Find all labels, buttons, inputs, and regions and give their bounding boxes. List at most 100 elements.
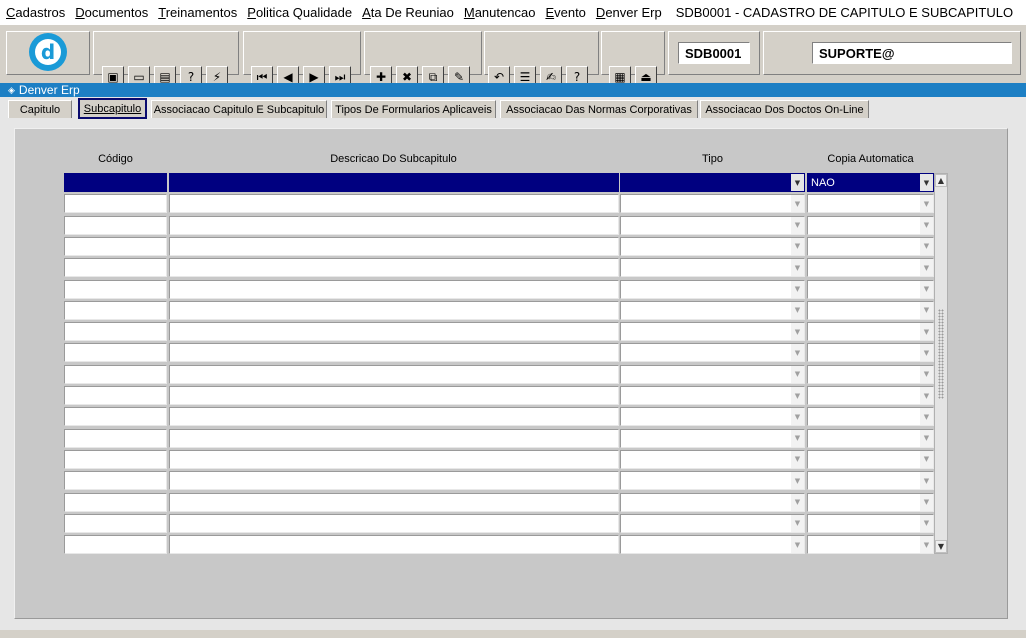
copia-field[interactable] (807, 471, 934, 491)
dropdown-arrow-icon[interactable]: ▼ (791, 387, 804, 404)
scroll-up-arrow-icon[interactable]: ▲ (935, 174, 947, 187)
dropdown-arrow-icon[interactable]: ▼ (920, 259, 933, 277)
dropdown-arrow-icon[interactable]: ▼ (791, 493, 804, 511)
tipo-field[interactable] (620, 386, 805, 405)
dropdown-arrow-icon[interactable]: ▼ (920, 493, 933, 511)
codigo-field[interactable] (64, 364, 167, 384)
copia-field[interactable] (807, 279, 934, 299)
scroll-grip[interactable] (938, 309, 944, 399)
tipo-field[interactable] (620, 471, 805, 491)
copia-field[interactable] (807, 258, 934, 278)
codigo-field[interactable] (64, 173, 167, 192)
codigo-field[interactable] (64, 492, 167, 512)
dropdown-arrow-icon[interactable]: ▼ (791, 301, 804, 319)
tab-capitulo[interactable]: Capitulo (8, 100, 72, 118)
dropdown-arrow-icon[interactable]: ▼ (791, 450, 804, 468)
descricao-field[interactable] (169, 258, 619, 278)
dropdown-arrow-icon[interactable]: ▼ (920, 323, 933, 341)
descricao-field[interactable] (169, 386, 619, 405)
descricao-field[interactable] (169, 343, 619, 363)
dropdown-arrow-icon[interactable]: ▼ (920, 365, 933, 383)
tipo-field[interactable] (620, 194, 805, 214)
descricao-field[interactable] (169, 513, 619, 533)
dropdown-arrow-icon[interactable]: ▼ (920, 429, 933, 447)
menu-evento[interactable]: Evento (545, 5, 585, 20)
copia-field[interactable] (807, 215, 934, 235)
menu-denver-erp[interactable]: Denver Erp (596, 5, 662, 20)
codigo-field[interactable] (64, 236, 167, 256)
descricao-field[interactable] (169, 364, 619, 384)
dropdown-arrow-icon[interactable]: ▼ (791, 429, 804, 447)
tipo-field[interactable] (620, 300, 805, 320)
codigo-field[interactable] (64, 428, 167, 448)
descricao-field[interactable] (169, 194, 619, 214)
descricao-field[interactable] (169, 428, 619, 448)
tab-associacao-das-normas-corporativas[interactable]: Associacao Das Normas Corporativas (500, 100, 698, 118)
tipo-field[interactable] (620, 492, 805, 512)
dropdown-arrow-icon[interactable]: ▼ (791, 323, 804, 341)
codigo-field[interactable] (64, 449, 167, 469)
descricao-field[interactable] (169, 535, 619, 555)
copia-field[interactable] (807, 194, 934, 214)
descricao-field[interactable] (169, 300, 619, 320)
dropdown-arrow-icon[interactable]: ▼ (791, 408, 804, 426)
menu-documentos[interactable]: Documentos (75, 5, 148, 20)
codigo-field[interactable] (64, 535, 167, 555)
copia-field[interactable]: NAO (807, 173, 934, 192)
menu-politica-qualidade[interactable]: Politica Qualidade (247, 5, 352, 20)
scroll-down-arrow-icon[interactable]: ▼ (935, 540, 947, 553)
dropdown-arrow-icon[interactable]: ▼ (791, 344, 804, 362)
dropdown-arrow-icon[interactable]: ▼ (920, 195, 933, 213)
tipo-field[interactable] (620, 513, 805, 533)
dropdown-arrow-icon[interactable]: ▼ (920, 216, 933, 234)
tab-tipos-de-formularios-aplicaveis[interactable]: Tipos De Formularios Aplicaveis (331, 100, 496, 118)
copia-field[interactable] (807, 449, 934, 469)
dropdown-arrow-icon[interactable]: ▼ (920, 344, 933, 362)
descricao-field[interactable] (169, 236, 619, 256)
descricao-field[interactable] (169, 215, 619, 235)
dropdown-arrow-icon[interactable]: ▼ (920, 387, 933, 404)
dropdown-arrow-icon[interactable]: ▼ (791, 514, 804, 532)
codigo-field[interactable] (64, 471, 167, 491)
copia-field[interactable] (807, 236, 934, 256)
tipo-field[interactable] (620, 322, 805, 342)
tipo-field[interactable] (620, 343, 805, 363)
dropdown-arrow-icon[interactable]: ▼ (920, 450, 933, 468)
dropdown-arrow-icon[interactable]: ▼ (791, 195, 804, 213)
descricao-field[interactable] (169, 492, 619, 512)
copia-field[interactable] (807, 428, 934, 448)
descricao-field[interactable] (169, 279, 619, 299)
descricao-field[interactable] (169, 449, 619, 469)
dropdown-arrow-icon[interactable]: ▼ (920, 536, 933, 554)
dropdown-arrow-icon[interactable]: ▼ (920, 472, 933, 490)
tab-associacao-capitulo-e-subcapitulo[interactable]: Associacao Capitulo E Subcapitulo (151, 100, 327, 118)
copia-field[interactable] (807, 364, 934, 384)
descricao-field[interactable] (169, 322, 619, 342)
codigo-field[interactable] (64, 386, 167, 405)
codigo-field[interactable] (64, 215, 167, 235)
tipo-field[interactable] (620, 449, 805, 469)
dropdown-arrow-icon[interactable]: ▼ (791, 259, 804, 277)
tipo-field[interactable] (620, 236, 805, 256)
codigo-field[interactable] (64, 194, 167, 214)
copia-field[interactable] (807, 300, 934, 320)
descricao-field[interactable] (169, 471, 619, 491)
copia-field[interactable] (807, 343, 934, 363)
copia-field[interactable] (807, 513, 934, 533)
dropdown-arrow-icon[interactable]: ▼ (920, 514, 933, 532)
copia-field[interactable] (807, 322, 934, 342)
menu-treinamentos[interactable]: Treinamentos (158, 5, 237, 20)
descricao-field[interactable] (169, 173, 619, 192)
tipo-field[interactable] (620, 173, 805, 192)
vertical-scrollbar[interactable]: ▲ ▼ (934, 173, 948, 554)
tipo-field[interactable] (620, 428, 805, 448)
dropdown-arrow-icon[interactable]: ▼ (791, 365, 804, 383)
codigo-field[interactable] (64, 300, 167, 320)
copia-field[interactable] (807, 535, 934, 555)
codigo-field[interactable] (64, 407, 167, 427)
dropdown-arrow-icon[interactable]: ▼ (920, 237, 933, 255)
dropdown-arrow-icon[interactable]: ▼ (791, 280, 804, 298)
codigo-field[interactable] (64, 343, 167, 363)
copia-field[interactable] (807, 407, 934, 427)
tipo-field[interactable] (620, 215, 805, 235)
